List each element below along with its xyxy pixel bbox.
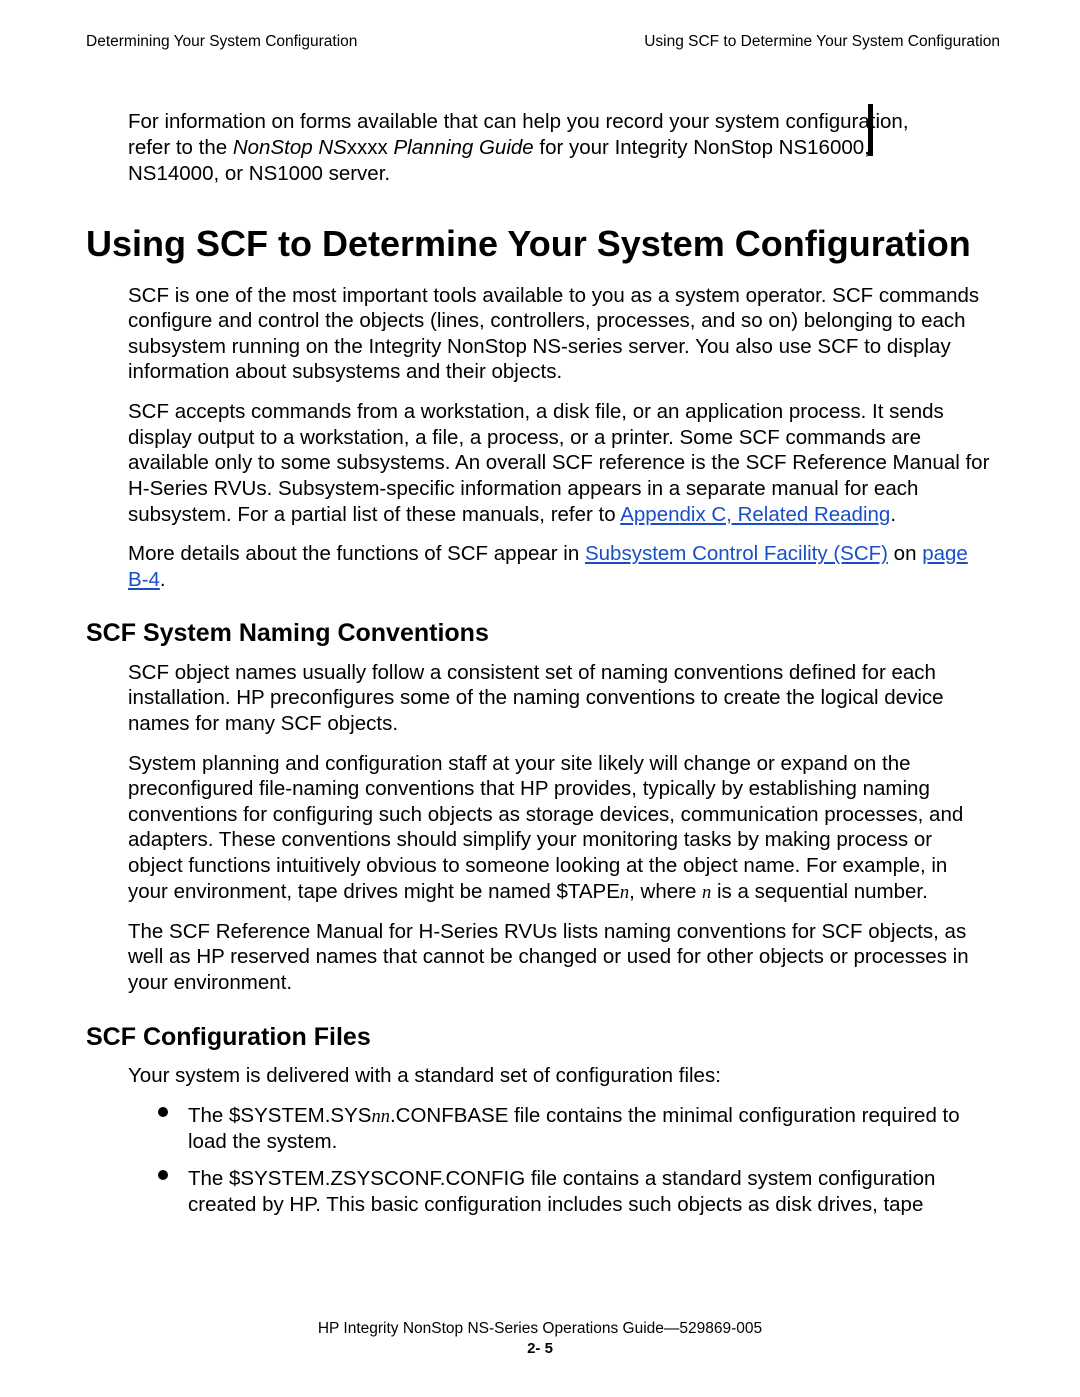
intro-italic-2: Planning Guide	[388, 136, 534, 159]
p5-text-2: , where	[629, 880, 702, 903]
p5-n-1: n	[620, 883, 629, 903]
b1-text-1: The $SYSTEM.SYS	[188, 1104, 371, 1127]
p3-text-3: .	[160, 568, 166, 591]
config-content: Your system is delivered with a standard…	[128, 1063, 990, 1218]
running-headers: Determining Your System Configuration Us…	[86, 32, 1000, 51]
p2-text-3: .	[890, 503, 896, 526]
intro-italic-1: NonStop NS	[233, 136, 347, 159]
list-item: The $SYSTEM.SYSnn.CONFBASE file contains…	[158, 1103, 990, 1155]
paragraph-3: More details about the functions of SCF …	[128, 541, 990, 592]
paragraph-5: System planning and configuration staff …	[128, 751, 990, 905]
p5-n-2: n	[702, 883, 711, 903]
p3-text-1: More details about the functions of SCF …	[128, 542, 585, 565]
body-content: SCF is one of the most important tools a…	[128, 283, 990, 593]
intro-paragraph: For information on forms available that …	[128, 109, 952, 186]
subheading-config-files: SCF Configuration Files	[86, 1022, 1000, 1053]
intro-plain-mid: xxxx	[347, 136, 388, 159]
document-page: Determining Your System Configuration Us…	[0, 0, 1080, 1397]
paragraph-1: SCF is one of the most important tools a…	[128, 283, 990, 386]
b1-n: nn	[371, 1107, 390, 1127]
paragraph-4: SCF object names usually follow a consis…	[128, 660, 990, 737]
header-left: Determining Your System Configuration	[86, 32, 357, 51]
paragraph-2: SCF accepts commands from a workstation,…	[128, 399, 990, 527]
subheading-naming: SCF System Naming Conventions	[86, 618, 1000, 649]
p6-italic: SCF Reference Manual for H-Series RVUs	[169, 920, 557, 943]
p3-text-2: on	[888, 542, 922, 565]
footer-line: HP Integrity NonStop NS-Series Operation…	[0, 1319, 1080, 1338]
paragraph-7: Your system is delivered with a standard…	[128, 1063, 990, 1089]
change-bar	[868, 104, 873, 156]
p5-text-3: is a sequential number.	[711, 880, 928, 903]
list-item: The $SYSTEM.ZSYSCONF.CONFIG file contain…	[158, 1166, 990, 1217]
section-heading: Using SCF to Determine Your System Confi…	[86, 224, 1000, 264]
header-right: Using SCF to Determine Your System Confi…	[644, 32, 1000, 51]
page-number: 2- 5	[0, 1340, 1080, 1359]
naming-content: SCF object names usually follow a consis…	[128, 660, 990, 996]
appendix-c-link[interactable]: Appendix C, Related Reading	[620, 503, 890, 526]
scf-link[interactable]: Subsystem Control Facility (SCF)	[585, 542, 888, 565]
page-footer: HP Integrity NonStop NS-Series Operation…	[0, 1319, 1080, 1359]
p6-text-1: The	[128, 920, 169, 943]
bullet-list: The $SYSTEM.SYSnn.CONFBASE file contains…	[158, 1103, 990, 1218]
paragraph-6: The SCF Reference Manual for H-Series RV…	[128, 919, 990, 996]
